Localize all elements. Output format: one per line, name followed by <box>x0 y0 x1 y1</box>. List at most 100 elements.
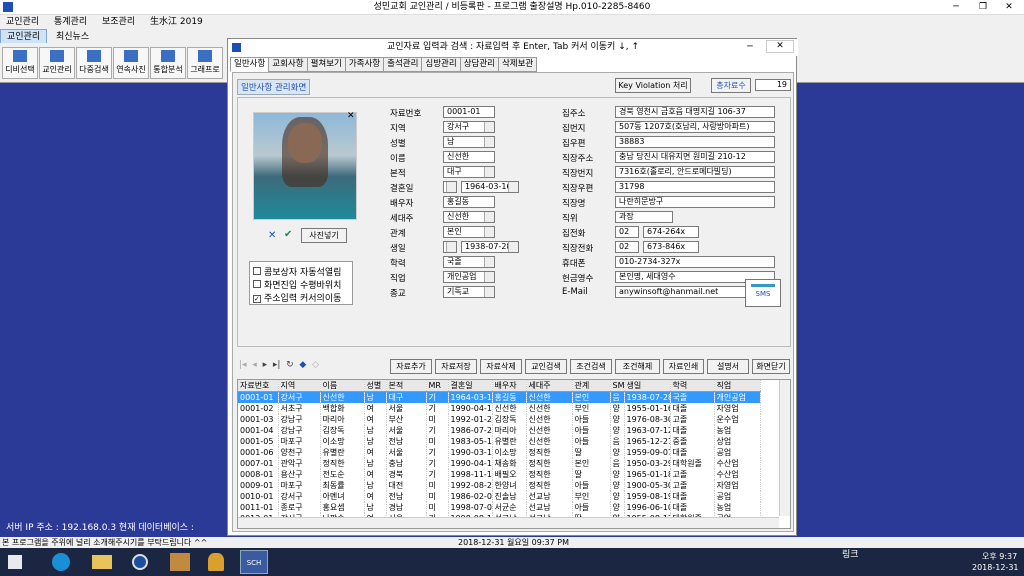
grid-column-header[interactable]: 배우자 <box>492 380 527 392</box>
table-cell[interactable]: 음 <box>610 391 625 403</box>
photo-close-icon[interactable]: ✕ <box>347 111 355 121</box>
table-cell[interactable]: 관악구 <box>278 458 321 469</box>
menu-item[interactable]: 生水江 2019 <box>144 15 209 29</box>
table-cell[interactable]: 0007-01 <box>238 458 279 469</box>
table-cell[interactable]: 미 <box>426 480 449 491</box>
field-value[interactable]: 기 <box>443 181 457 193</box>
table-cell[interactable]: 1990-04-16 <box>448 458 493 469</box>
table-cell[interactable]: 상업 <box>714 436 761 447</box>
program-icon[interactable] <box>170 553 190 571</box>
dialog-minimize-button[interactable]: ─ <box>740 39 760 56</box>
table-cell[interactable]: 1998-11-13 <box>448 469 493 480</box>
table-cell[interactable]: 홍요셉 <box>320 502 365 513</box>
table-cell[interactable]: 아들 <box>572 425 611 436</box>
table-cell[interactable]: 양천구 <box>278 447 321 458</box>
tag-icon[interactable]: ◆ <box>299 360 306 370</box>
field-value[interactable]: 대구 <box>443 166 495 178</box>
table-cell[interactable]: 고졸 <box>670 414 715 425</box>
grid-column-header[interactable]: 관계 <box>572 380 611 392</box>
table-cell[interactable]: 서울 <box>386 425 427 436</box>
table-cell[interactable]: 양 <box>610 480 625 491</box>
table-cell[interactable]: 1992-01-20 <box>448 414 493 425</box>
table-cell[interactable]: 중졸 <box>670 436 715 447</box>
table-cell[interactable]: 아들 <box>572 414 611 425</box>
table-cell[interactable]: 고졸 <box>670 469 715 480</box>
dialog-close-button[interactable]: ✕ <box>766 40 794 53</box>
table-row[interactable]: 0001-06양천구유별란여서울기1990-03-12이소망정직한딸양1959-… <box>238 447 761 458</box>
action-button[interactable]: 설명서 <box>707 359 749 374</box>
table-cell[interactable]: 1976-08-30 <box>624 414 671 425</box>
table-cell[interactable]: 기 <box>426 469 449 480</box>
folder-icon[interactable] <box>92 555 112 569</box>
field-value-secondary[interactable]: 674-264x <box>643 226 699 238</box>
start-icon[interactable] <box>8 555 22 569</box>
table-cell[interactable]: 경북 <box>386 469 427 480</box>
checkbox-checked-icon[interactable]: ✓ <box>253 295 261 303</box>
table-cell[interactable]: 1998-07-05 <box>448 502 493 513</box>
table-cell[interactable]: 남 <box>364 425 387 436</box>
table-cell[interactable]: 대전 <box>386 480 427 491</box>
table-cell[interactable]: 강서구 <box>278 491 321 502</box>
field-value[interactable]: 나란히문방구 <box>615 196 775 208</box>
field-value[interactable]: 개인공업 <box>443 271 495 283</box>
table-cell[interactable]: 농업 <box>714 502 761 513</box>
table-cell[interactable]: 운수업 <box>714 414 761 425</box>
table-cell[interactable]: 아멘녀 <box>320 491 365 502</box>
field-value[interactable]: 음 <box>443 241 457 253</box>
table-cell[interactable]: 여 <box>364 414 387 425</box>
table-cell[interactable]: 1938-07-28 <box>624 391 671 403</box>
action-button[interactable]: 자료삭제 <box>480 359 522 374</box>
table-cell[interactable]: 유별란 <box>320 447 365 458</box>
table-cell[interactable]: 강남구 <box>278 425 321 436</box>
last-record-icon[interactable]: ▸| <box>273 360 281 370</box>
table-cell[interactable]: 여 <box>364 469 387 480</box>
table-row[interactable]: 0001-01강서구신선한남대구기1964-03-16홍길동신선한본인음1938… <box>238 391 761 403</box>
table-cell[interactable]: 양 <box>610 491 625 502</box>
table-cell[interactable]: 기 <box>426 403 449 414</box>
grid-column-header[interactable]: 학력 <box>670 380 715 392</box>
table-cell[interactable]: 부산 <box>386 414 427 425</box>
table-cell[interactable]: 1964-03-16 <box>448 391 493 403</box>
tray-lang[interactable]: 링크 <box>842 548 859 562</box>
table-cell[interactable]: 대졸 <box>670 502 715 513</box>
table-row[interactable]: 0011-01종로구홍요셉남경남미1998-07-05서균순선교남아들양1996… <box>238 502 761 513</box>
close-button[interactable]: ✕ <box>998 0 1020 15</box>
table-cell[interactable]: 1965-12-21 <box>624 436 671 447</box>
table-cell[interactable]: 이소망 <box>320 436 365 447</box>
field-value[interactable]: 기독교 <box>443 286 495 298</box>
table-cell[interactable]: 딸 <box>572 447 611 458</box>
table-cell[interactable]: 0001-04 <box>238 425 279 436</box>
table-row[interactable]: 0008-01용산구전도순여경북기1998-11-13배필오정직한딸양1965-… <box>238 469 761 480</box>
table-cell[interactable]: 충남 <box>386 458 427 469</box>
table-cell[interactable]: 기 <box>426 425 449 436</box>
action-button[interactable]: 교인검색 <box>525 359 567 374</box>
grid-column-header[interactable]: 세대주 <box>526 380 573 392</box>
field-value[interactable]: 신선한 <box>443 211 495 223</box>
table-cell[interactable]: 0008-01 <box>238 469 279 480</box>
tab-visit[interactable]: 심방관리 <box>421 57 461 72</box>
toolbar-button[interactable]: 다중검색 <box>76 47 112 79</box>
table-cell[interactable]: 본인 <box>572 458 611 469</box>
grid-table[interactable]: 자료번호 지역 이름 성별 본적 MR 결혼일 배우자 세대주 관계 SM 생일 학력 직업 0001-01… <box>238 380 761 528</box>
table-cell[interactable]: 1965-01-18 <box>624 469 671 480</box>
field-value[interactable]: 경북 영천시 금호읍 대명지길 106-37 <box>615 106 775 118</box>
table-cell[interactable]: 1963-07-12 <box>624 425 671 436</box>
action-button[interactable]: 자료저장 <box>435 359 477 374</box>
menu-item[interactable]: 통계관리 <box>48 15 93 29</box>
table-cell[interactable]: 정직한 <box>526 447 573 458</box>
table-cell[interactable]: 0001-01 <box>238 391 279 403</box>
table-row[interactable]: 0001-03강남구마리아여부산미1992-01-20김장독신선한아들양1976… <box>238 414 761 425</box>
table-cell[interactable]: 김장독 <box>492 414 527 425</box>
table-cell[interactable]: 1990-03-12 <box>448 447 493 458</box>
field-value[interactable]: 0001-01 <box>443 106 495 118</box>
table-cell[interactable]: 0001-03 <box>238 414 279 425</box>
table-cell[interactable]: 대졸 <box>670 403 715 414</box>
table-cell[interactable]: 아들 <box>572 502 611 513</box>
table-cell[interactable]: 종로구 <box>278 502 321 513</box>
table-cell[interactable]: 전남 <box>386 436 427 447</box>
table-cell[interactable]: 강남구 <box>278 414 321 425</box>
table-cell[interactable]: 1900-05-30 <box>624 480 671 491</box>
table-cell[interactable]: 신선한 <box>526 391 573 403</box>
table-cell[interactable]: 배필오 <box>492 469 527 480</box>
table-cell[interactable]: 아들 <box>572 436 611 447</box>
